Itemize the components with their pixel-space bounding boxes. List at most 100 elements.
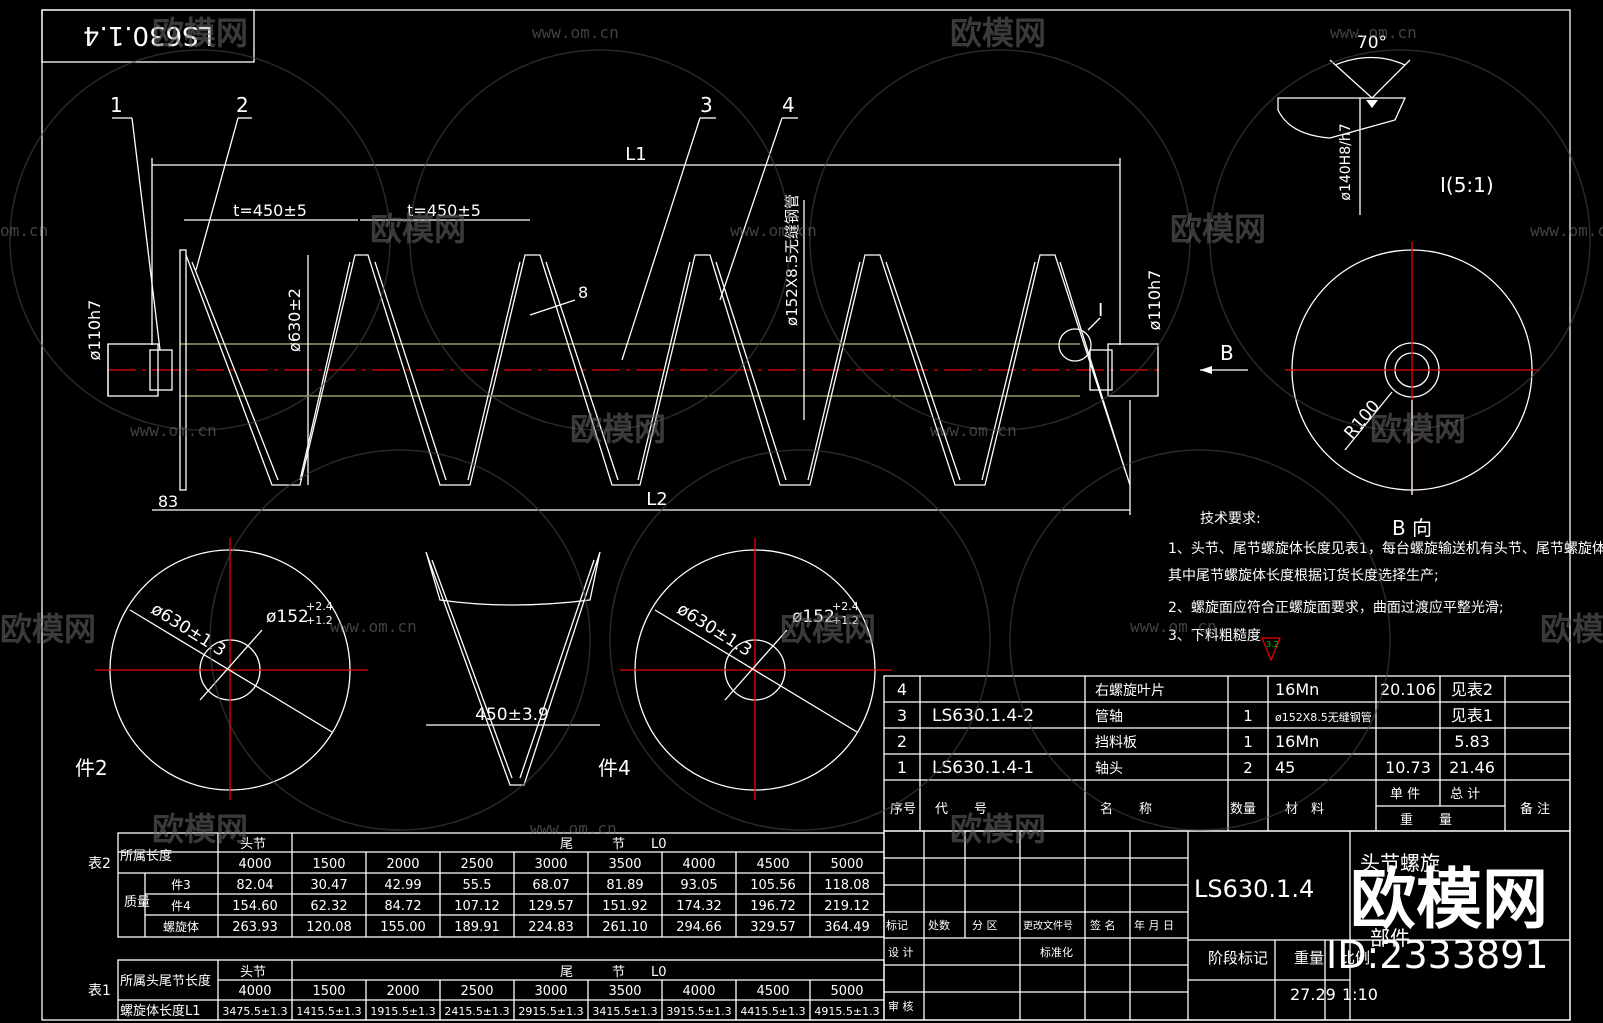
bom-row-material: 16Mn (1275, 680, 1319, 699)
part4-label: 件4 (598, 756, 631, 780)
bom-h-no: 序号 (890, 802, 916, 817)
table2-length: 1500 (312, 857, 345, 872)
tb-col-mark: 标记 (886, 918, 908, 932)
watermark-brand-2: 欧模网 (950, 14, 1046, 52)
bom-row-qty: 1 (1243, 733, 1253, 751)
table2-mass-label: 质量 (124, 895, 150, 910)
table2-cell: 107.12 (454, 899, 500, 914)
table2-cell: 219.12 (824, 899, 870, 914)
bom-row-name: 挡料板 (1095, 735, 1137, 751)
table2-row-name: 螺旋体 (163, 920, 199, 934)
table2-cell: 62.32 (310, 899, 347, 914)
bom-h-note: 备 注 (1520, 801, 1550, 817)
fit-spec: ø140H8/h7 (1338, 123, 1354, 200)
table2-row-title: 所属长度 (120, 848, 172, 864)
dia-pipe: ø152X8.5无缝钢管 (783, 194, 801, 326)
table2-length: 2000 (386, 857, 419, 872)
table2-length: 4000 (682, 857, 715, 872)
table2-cell: 81.89 (606, 878, 643, 893)
table2: 表2 所属长度 头节 尾 节 L0 质量 4000 1500 2000 2500 300… (88, 832, 885, 938)
bom-row-name: 轴头 (1095, 761, 1123, 777)
table1-cell: 4415.5±1.3 (740, 1005, 805, 1018)
tb-weight: 27.29 (1290, 985, 1336, 1004)
table2-row-name: 件3 (171, 878, 191, 892)
watermark-brand-11: 欧模网 (950, 810, 1046, 848)
table1-row-title: 所属头尾节长度 (120, 973, 211, 989)
bom-row-total: 5.83 (1454, 732, 1490, 751)
dia-flight: ø630±2 (285, 288, 304, 352)
table2-cell: 120.08 (306, 920, 352, 935)
bom-row-no: 1 (897, 758, 907, 777)
part2-tol-dn: +1.2 (306, 614, 333, 627)
part4-dim: 450±3.9 (475, 705, 549, 725)
dia-shaft-left: ø110h7 (85, 300, 104, 361)
main-view: I L1 L2 83 t=450±5 t=450±5 ø110h7 ø110h7… (85, 93, 1248, 515)
drawing-number: LS630.1.4 (1194, 875, 1314, 903)
table2-row-name: 件4 (171, 899, 191, 913)
thickness: 8 (578, 283, 588, 302)
table2-cell: 105.56 (750, 878, 796, 893)
watermark-brand-4: 欧模网 (1170, 210, 1266, 248)
watermark-brand-9: 欧模网 (1540, 610, 1603, 648)
bom-row-material: 16Mn (1275, 732, 1319, 751)
end-plate (179, 249, 187, 491)
tech-title: 技术要求: (1200, 511, 1261, 527)
table2-cell: 93.05 (680, 878, 717, 893)
bom-row-unit: 10.73 (1385, 758, 1431, 777)
table1-length: 3500 (608, 984, 641, 999)
bom-row-code: LS630.1.4-2 (932, 706, 1034, 726)
table2-cell: 196.72 (750, 899, 796, 914)
bom-row-material: ø152X8.5无缝钢管 (1275, 710, 1372, 724)
tb-standard: 标准化 (1040, 945, 1073, 959)
part2-inner: ø152 (266, 607, 309, 627)
watermark-brand-10: 欧模网 (152, 810, 248, 848)
part4-disc-view: ø630±1.3 ø152 +2.4 +1.2 (620, 538, 892, 800)
tb-col-sign: 签 名 (1090, 918, 1116, 932)
bom-h-total: 总 计 (1450, 787, 1480, 802)
callout-2: 2 (236, 93, 249, 117)
table2-length: 4500 (756, 857, 789, 872)
table2-cell: 118.08 (824, 878, 870, 893)
table2-cell: 55.5 (463, 878, 492, 893)
table2-tag: 表2 (88, 856, 111, 872)
part2-view: ø630±1.3 ø152 +2.4 +1.2 件2 (75, 538, 368, 800)
tb-check: 审 核 (888, 999, 914, 1013)
dia-shaft-right: ø110h7 (1145, 270, 1164, 331)
tb-col-zone: 分 区 (972, 919, 998, 932)
cad-drawing: LS630.1.4 I L1 L2 83 t=450±5 t=450±5 ø11… (0, 9, 1603, 1021)
tech-line-1: 1、头节、尾节螺旋体长度见表1，每台螺旋输送机有头节、尾节螺旋体各1节， (1168, 541, 1603, 557)
table1-cell: 3475.5±1.3 (222, 1005, 287, 1018)
tb-weight-label: 重量 (1294, 949, 1324, 967)
watermark-big: 欧模网 (1350, 861, 1548, 938)
table2-cell: 224.83 (528, 920, 574, 935)
bom-row-no: 3 (897, 706, 907, 725)
part4-view: 450±3.9 件4 (425, 551, 631, 786)
view-b-label: B (1220, 341, 1234, 365)
tb-scale: 1:10 (1342, 985, 1378, 1004)
table1-length: 2500 (460, 984, 493, 999)
watermark-brand-3: 欧模网 (370, 210, 466, 248)
table2-cell: 154.60 (232, 899, 278, 914)
part4-profile (425, 551, 601, 786)
pitch-a: t=450±5 (233, 201, 307, 220)
watermark-brand-8: 欧模网 (780, 610, 876, 648)
table2-cell: 364.49 (824, 920, 870, 935)
tb-stage: 阶段标记 (1208, 949, 1268, 967)
table2-cell: 261.10 (602, 920, 648, 935)
table1-length: 3000 (534, 984, 567, 999)
roughness-value: 3.2 (1266, 640, 1279, 649)
watermark-id: ID:2333891 (1326, 933, 1549, 977)
table1-cell: 1915.5±1.3 (370, 1005, 435, 1018)
watermark-url-6: www.om.cn (130, 421, 217, 440)
watermark-brand-7: 欧模网 (0, 610, 96, 648)
detail-i-label: I (1098, 300, 1103, 321)
table2-cell: 129.57 (528, 899, 574, 914)
watermark-url-4: www.om.cn (730, 221, 817, 240)
tb-col-date: 年 月 日 (1134, 918, 1174, 932)
bom-h-unit: 单 件 (1390, 787, 1420, 802)
table2-cell: 151.92 (602, 899, 648, 914)
part2-label: 件2 (75, 756, 108, 780)
callout-1: 1 (110, 93, 123, 117)
tech-line-2: 其中尾节螺旋体长度根据订货长度选择生产; (1168, 567, 1439, 584)
bom-row-unit: 20.106 (1380, 680, 1436, 699)
